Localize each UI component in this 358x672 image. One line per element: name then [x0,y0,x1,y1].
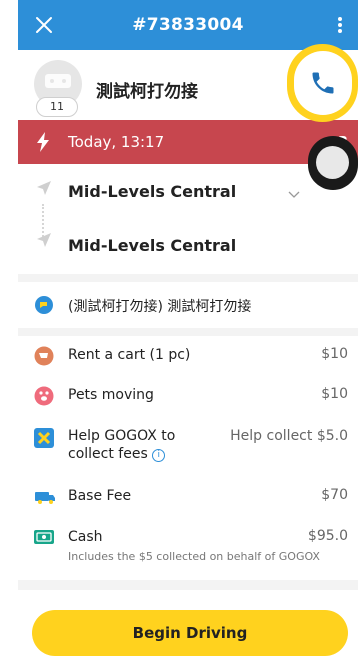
order-detail-screen: #73833004 11 測試柯打勿接 Today, 13:17 3 [18,0,358,672]
fee-label: Help GOGOX to collect fees i [68,427,175,463]
pickup-time: Today, 13:17 [68,133,165,151]
schedule-bar: Today, 13:17 3 [18,120,358,164]
fee-amount: $70 [321,487,348,503]
phone-icon [312,72,334,94]
dropoff-arrow-icon [36,232,52,252]
lightning-icon [34,131,52,157]
customer-avatar-group: 11 [32,60,84,117]
fee-amount: Help collect $5.0 [230,428,348,444]
fee-breakdown: Rent a cart (1 pc) $10 Pets moving $10 H… [18,336,358,580]
begin-driving-button[interactable]: Begin Driving [32,610,348,656]
floating-button[interactable] [316,146,349,179]
cash-note: Includes the $5 collected on behalf of G… [68,550,320,563]
more-options-icon[interactable] [326,13,350,37]
fee-label: Cash [68,529,103,545]
chevron-down-icon[interactable] [288,184,300,203]
fee-amount: $10 [321,346,348,362]
collect-label-line2: collect fees [68,446,148,462]
collect-label-line1: Help GOGOX to [68,428,176,444]
bottom-bar: Begin Driving [18,590,358,672]
customer-rating-badge: 11 [36,97,78,117]
remark-text: (測試柯打勿接) 測試柯打勿接 [68,299,252,315]
remarks-row: (測試柯打勿接) 測試柯打勿接 [18,282,358,328]
remark-icon [34,295,54,319]
fee-label: Pets moving [68,387,154,403]
fee-label: Rent a cart (1 pc) [68,347,191,363]
gogox-icon [34,428,54,452]
fee-amount: $95.0 [307,528,348,544]
paw-icon [34,386,54,410]
info-icon[interactable]: i [152,449,166,462]
cart-icon [34,346,54,370]
van-icon [34,487,56,511]
cash-icon [34,528,54,550]
fee-label: Base Fee [68,488,132,504]
call-button[interactable] [294,51,352,115]
order-id: #73833004 [132,15,244,35]
pickup-location[interactable]: Mid-Levels Central [68,182,236,201]
top-bar: #73833004 [18,0,358,50]
pickup-arrow-icon [36,180,52,200]
dropoff-location[interactable]: Mid-Levels Central [68,236,236,255]
route-section: Mid-Levels Central Mid-Levels Central [18,164,358,274]
fee-amount: $10 [321,386,348,402]
customer-name: 測試柯打勿接 [96,82,198,102]
